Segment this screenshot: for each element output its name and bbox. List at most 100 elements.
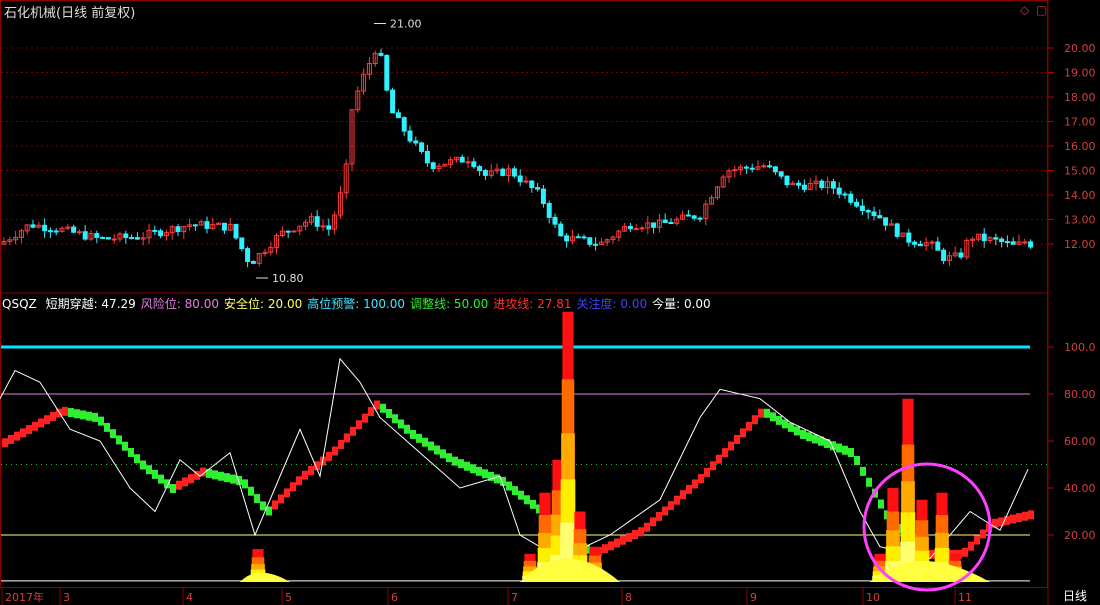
trend-step (392, 414, 398, 424)
candle-body (419, 142, 425, 152)
candle-body (384, 54, 390, 91)
trend-step (308, 465, 314, 475)
trend-step (86, 411, 92, 421)
trend-step (338, 439, 344, 449)
candle-body (500, 168, 506, 176)
time-tick-label: 10 (866, 591, 880, 604)
trend-step (38, 418, 44, 428)
candle-body (854, 201, 860, 207)
candle-body (192, 224, 198, 227)
indicator-tick-label: 60.00 (1064, 435, 1096, 448)
candle-body (390, 89, 396, 114)
trend-step (614, 538, 620, 548)
trend-step (422, 437, 428, 447)
chart-title: 石化机械(日线 前复权) (4, 6, 136, 21)
period-tab-daily[interactable]: 日线 (1050, 588, 1100, 605)
indicator-legend-item: 短期穿越: 47.29 (45, 297, 136, 311)
candle-body (482, 170, 488, 176)
trend-step (968, 541, 974, 551)
candle-body (111, 238, 117, 241)
trend-step (56, 408, 62, 418)
candle-body (1022, 241, 1028, 244)
diamond-icon[interactable]: ◇ (1020, 3, 1029, 17)
time-tick-label: 8 (625, 591, 632, 604)
trend-step (152, 469, 158, 479)
trend-step (770, 412, 776, 422)
candle-body (581, 236, 587, 239)
trend-step (272, 500, 278, 510)
candle-body (245, 248, 251, 263)
trend-step (602, 544, 608, 554)
trend-step (434, 445, 440, 455)
indicator-legend-item: 风险位: 80.00 (140, 297, 219, 311)
trend-step (506, 481, 512, 491)
candle-body (564, 235, 570, 242)
trend-step (710, 461, 716, 471)
candle-body (71, 226, 77, 233)
indicator-panel (0, 311, 1048, 592)
price-tick-label: 14.00 (1064, 189, 1096, 202)
candle-body (430, 162, 436, 170)
candle-body (395, 112, 401, 119)
candle-body (593, 243, 599, 246)
trend-step (668, 501, 674, 511)
trend-step (380, 403, 386, 413)
candle-body (42, 224, 48, 232)
candle-body (100, 236, 106, 239)
window-icon[interactable]: ▢ (1036, 3, 1047, 17)
trend-step (482, 469, 488, 479)
short-term-line (0, 357, 1029, 560)
trend-step (740, 428, 746, 438)
trend-step (224, 473, 230, 483)
trend-step (524, 495, 530, 505)
trend-step (836, 443, 842, 453)
indicator-legend-item: 高位预警: 100.00 (307, 297, 406, 311)
candle-body (471, 161, 477, 168)
candle-body (819, 180, 825, 189)
indicator-legend-item: 今量: 0.00 (652, 297, 711, 311)
trend-step (344, 433, 350, 443)
price-tick-label: 13.00 (1064, 214, 1096, 227)
candle-body (691, 215, 697, 219)
trend-step (878, 499, 884, 509)
trend-step (800, 429, 806, 439)
trend-step (32, 421, 38, 431)
trend-step (410, 429, 416, 439)
indicator-tick-label: 100.0 (1064, 341, 1096, 354)
candle-body (894, 223, 900, 237)
candle-body (883, 217, 889, 226)
trend-step (458, 459, 464, 469)
trend-step (440, 449, 446, 459)
candle-body (668, 222, 674, 225)
candle-body (662, 219, 668, 224)
trend-step (332, 446, 338, 456)
candle-body (958, 252, 964, 258)
trend-step (146, 465, 152, 475)
candle-body (877, 215, 883, 219)
trend-step (116, 435, 122, 445)
trend-step (230, 474, 236, 484)
trend-step (764, 408, 770, 418)
trend-step (698, 474, 704, 484)
trend-step (1028, 510, 1034, 520)
trend-step (20, 428, 26, 438)
trend-step (104, 422, 110, 432)
candle-body (424, 150, 430, 164)
trend-step (866, 477, 872, 487)
time-tick-label: 9 (750, 591, 757, 604)
candle-body (320, 225, 326, 228)
candle-body (123, 233, 129, 239)
trend-step (704, 467, 710, 477)
trend-step (518, 490, 524, 500)
candle-body (535, 187, 541, 190)
candle-body (796, 182, 802, 186)
candle-body (413, 140, 419, 144)
trend-step (74, 409, 80, 419)
candle-body (801, 184, 807, 190)
candle-body (848, 193, 854, 203)
candle-body (784, 175, 790, 186)
candle-body (204, 221, 210, 229)
trend-step (122, 441, 128, 451)
candle-body (517, 175, 523, 183)
candle-body (459, 156, 465, 163)
